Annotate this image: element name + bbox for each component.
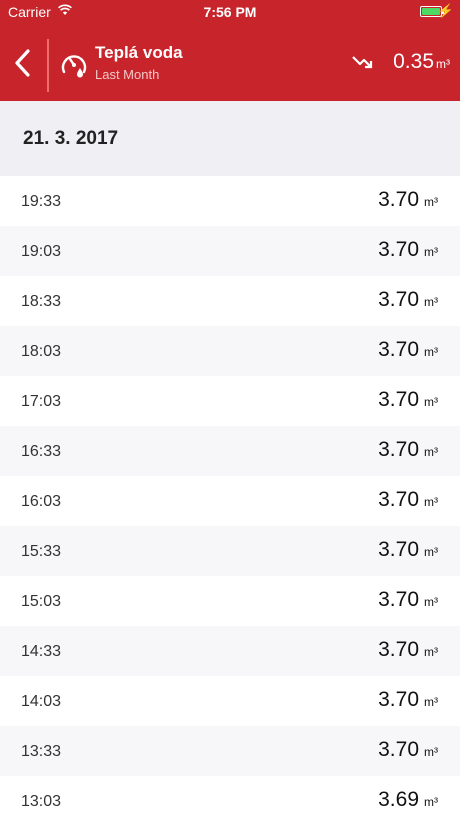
page-title: Teplá voda: [95, 43, 183, 62]
reading-value: 3.70 m³: [378, 188, 438, 212]
reading-amount: 3.70: [378, 538, 419, 561]
reading-value: 3.69 m³: [378, 788, 438, 812]
list-item: 15:33 3.70 m³: [0, 526, 460, 576]
reading-value: 3.70 m³: [378, 638, 438, 662]
reading-unit: m³: [424, 445, 438, 459]
reading-unit: m³: [424, 545, 438, 559]
reading-amount: 3.70: [378, 238, 419, 261]
reading-value: 3.70 m³: [378, 238, 438, 262]
reading-amount: 3.70: [378, 388, 419, 411]
reading-unit: m³: [424, 745, 438, 759]
list-item: 19:03 3.70 m³: [0, 226, 460, 276]
list-item: 18:03 3.70 m³: [0, 326, 460, 376]
reading-amount: 3.70: [378, 438, 419, 461]
list-item: 17:03 3.70 m³: [0, 376, 460, 426]
reading-unit: m³: [424, 395, 438, 409]
list-item: 13:03 3.69 m³: [0, 776, 460, 826]
date-section-header: 21. 3. 2017: [0, 101, 460, 176]
reading-time: 14:03: [21, 693, 62, 710]
reading-amount: 3.70: [378, 638, 419, 661]
reading-time: 16:33: [21, 443, 62, 460]
list-item: 15:03 3.70 m³: [0, 576, 460, 626]
reading-amount: 3.69: [378, 788, 419, 811]
reading-unit: m³: [424, 195, 438, 209]
status-time: 7:56 PM: [203, 4, 257, 20]
reading-unit: m³: [424, 245, 438, 259]
list-item: 18:33 3.70 m³: [0, 276, 460, 326]
list-item: 13:33 3.70 m³: [0, 726, 460, 776]
reading-value: 3.70 m³: [378, 588, 438, 612]
reading-unit: m³: [424, 795, 438, 809]
reading-value: 3.70 m³: [378, 388, 438, 412]
reading-time: 19:33: [21, 193, 62, 210]
reading-unit: m³: [424, 645, 438, 659]
reading-time: 16:03: [21, 493, 62, 510]
reading-unit: m³: [424, 695, 438, 709]
reading-time: 15:33: [21, 543, 62, 560]
reading-unit: m³: [424, 495, 438, 509]
total-unit: m³: [436, 57, 450, 71]
total-consumption: 0.35 m³: [393, 50, 450, 74]
section-date: 21. 3. 2017: [23, 128, 119, 149]
nav-divider: [47, 39, 49, 92]
reading-value: 3.70 m³: [378, 438, 438, 462]
reading-time: 13:33: [21, 743, 62, 760]
reading-unit: m³: [424, 345, 438, 359]
total-value: 0.35: [393, 50, 434, 73]
reading-amount: 3.70: [378, 338, 419, 361]
reading-time: 18:03: [21, 343, 62, 360]
list-item: 19:33 3.70 m³: [0, 176, 460, 226]
charging-icon: ⚡: [437, 3, 454, 18]
back-button[interactable]: [10, 46, 38, 80]
reading-amount: 3.70: [378, 188, 419, 211]
reading-value: 3.70 m³: [378, 538, 438, 562]
trend-down-icon: [352, 56, 373, 69]
water-meter-icon: [61, 55, 87, 78]
reading-value: 3.70 m³: [378, 338, 438, 362]
reading-unit: m³: [424, 595, 438, 609]
reading-value: 3.70 m³: [378, 488, 438, 512]
reading-value: 3.70 m³: [378, 738, 438, 762]
reading-unit: m³: [424, 295, 438, 309]
reading-amount: 3.70: [378, 688, 419, 711]
list-item: 16:33 3.70 m³: [0, 426, 460, 476]
reading-time: 17:03: [21, 393, 62, 410]
reading-time: 19:03: [21, 243, 62, 260]
status-bar: Carrier 7:56 PM ⚡: [0, 0, 460, 24]
list-item: 16:03 3.70 m³: [0, 476, 460, 526]
reading-time: 13:03: [21, 793, 62, 810]
reading-amount: 3.70: [378, 588, 419, 611]
list-item: 14:33 3.70 m³: [0, 626, 460, 676]
nav-bar: Teplá voda Last Month 0.35 m³: [0, 24, 460, 101]
reading-value: 3.70 m³: [378, 288, 438, 312]
reading-time: 18:33: [21, 293, 62, 310]
period-subtitle: Last Month: [95, 67, 160, 82]
readings-list: 19:33 3.70 m³ 19:03 3.70 m³ 18:33 3.70 m³ 18:0…: [0, 176, 460, 826]
reading-amount: 3.70: [378, 288, 419, 311]
reading-amount: 3.70: [378, 738, 419, 761]
reading-time: 14:33: [21, 643, 62, 660]
reading-value: 3.70 m³: [378, 688, 438, 712]
list-item: 14:03 3.70 m³: [0, 676, 460, 726]
reading-amount: 3.70: [378, 488, 419, 511]
reading-time: 15:03: [21, 593, 62, 610]
